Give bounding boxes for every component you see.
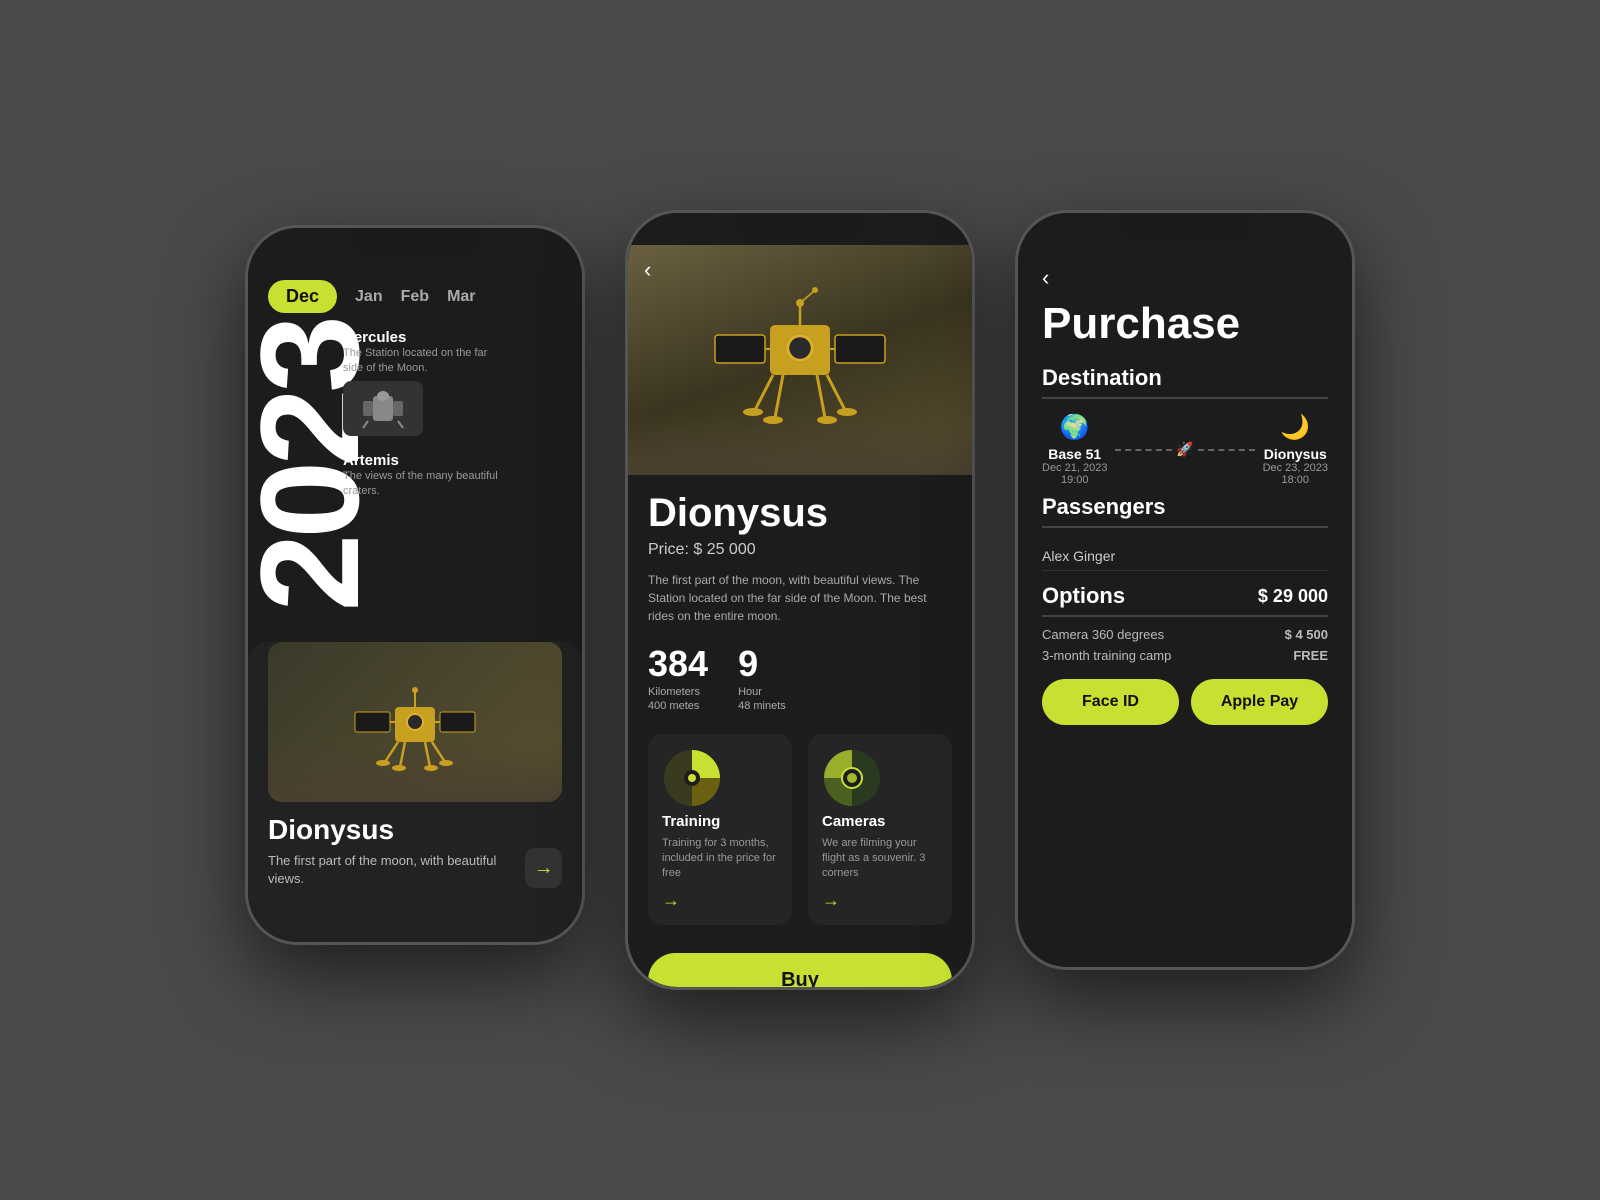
month-selector: Dec Jan Feb Mar — [268, 280, 562, 313]
featured-desc: The first part of the moon, with beautif… — [268, 852, 515, 888]
missions-list: Hercules The Station located on the far … — [343, 329, 562, 500]
featured-arrow[interactable]: → — [525, 848, 562, 888]
route-line: 🚀 — [1107, 441, 1262, 458]
mission-hercules[interactable]: Hercules The Station located on the far … — [343, 329, 562, 436]
mission-hercules-image — [343, 381, 423, 436]
notch-2 — [735, 213, 865, 241]
phone3-content: ‹ Purchase Destination 🌍 Base 51 Dec 21,… — [1018, 245, 1352, 967]
phone-3: ‹ Purchase Destination 🌍 Base 51 Dec 21,… — [1015, 210, 1355, 970]
featured-image — [268, 642, 562, 802]
month-feb[interactable]: Feb — [401, 288, 429, 306]
route-from: 🌍 Base 51 Dec 21, 2023 19:00 — [1042, 413, 1107, 486]
passengers-label: Passengers — [1042, 494, 1328, 528]
features-row: Training Training for 3 months, included… — [648, 734, 952, 925]
earth-icon: 🌍 — [1042, 413, 1107, 442]
cameras-arrow: → — [822, 890, 938, 911]
training-arrow: → — [662, 890, 778, 911]
route-to: 🌙 Dionysus Dec 23, 2023 18:00 — [1263, 413, 1328, 486]
stats-row: 384 Kilometers400 metes 9 Hour48 minets — [648, 643, 952, 714]
featured-title: Dionysus — [268, 814, 515, 846]
back-button[interactable]: ‹ — [644, 257, 651, 283]
mission-artemis[interactable]: Artemis The views of the many beautiful … — [343, 452, 562, 500]
back-button-purchase[interactable]: ‹ — [1042, 265, 1328, 291]
price-display: Price: $ 25 000 — [648, 541, 952, 559]
month-mar[interactable]: Mar — [447, 288, 475, 306]
purchase-title: Purchase — [1042, 299, 1328, 349]
destination-label: Destination — [1042, 365, 1328, 399]
feature-training[interactable]: Training Training for 3 months, included… — [648, 734, 792, 925]
rocket-icon: 🚀 — [1176, 441, 1193, 458]
month-dec[interactable]: Dec — [268, 280, 337, 313]
phone2-content: ‹ — [628, 245, 972, 987]
buy-button[interactable]: Buy — [648, 953, 952, 987]
apple-pay-button[interactable]: Apple Pay — [1191, 679, 1328, 725]
phone-2: ‹ — [625, 210, 975, 990]
month-jan[interactable]: Jan — [355, 288, 383, 306]
stat-km: 384 Kilometers400 metes — [648, 643, 708, 714]
passenger-item: Alex Ginger — [1042, 542, 1328, 571]
options-section: Options $ 29 000 Camera 360 degrees $ 4 … — [1042, 583, 1328, 663]
notch-1 — [350, 228, 480, 256]
stat-hours: 9 Hour48 minets — [738, 643, 786, 714]
notch-3 — [1120, 213, 1250, 241]
option-camera: Camera 360 degrees $ 4 500 — [1042, 627, 1328, 642]
feature-cameras[interactable]: Cameras We are filming your flight as a … — [808, 734, 952, 925]
options-total: $ 29 000 — [1258, 586, 1328, 607]
passengers-section: Passengers Alex Ginger — [1042, 494, 1328, 571]
dionysus-title: Dionysus — [648, 491, 952, 535]
payment-buttons: Face ID Apple Pay — [1042, 679, 1328, 725]
moon-icon: 🌙 — [1263, 413, 1328, 442]
options-label: Options — [1042, 583, 1125, 609]
phone2-body: Dionysus Price: $ 25 000 The first part … — [628, 475, 972, 987]
featured-card[interactable]: Dionysus The first part of the moon, wit… — [248, 642, 582, 942]
phone-1: Dec Jan Feb Mar 2023 Hercules The Statio… — [245, 225, 585, 945]
option-training: 3-month training camp FREE — [1042, 648, 1328, 663]
description-text: The first part of the moon, with beautif… — [648, 571, 952, 625]
face-id-button[interactable]: Face ID — [1042, 679, 1179, 725]
route-display: 🌍 Base 51 Dec 21, 2023 19:00 🚀 🌙 Dionysu… — [1042, 413, 1328, 486]
phone1-content: Dec Jan Feb Mar 2023 Hercules The Statio… — [248, 260, 582, 942]
hero-image: ‹ — [628, 245, 972, 475]
options-header: Options $ 29 000 — [1042, 583, 1328, 617]
